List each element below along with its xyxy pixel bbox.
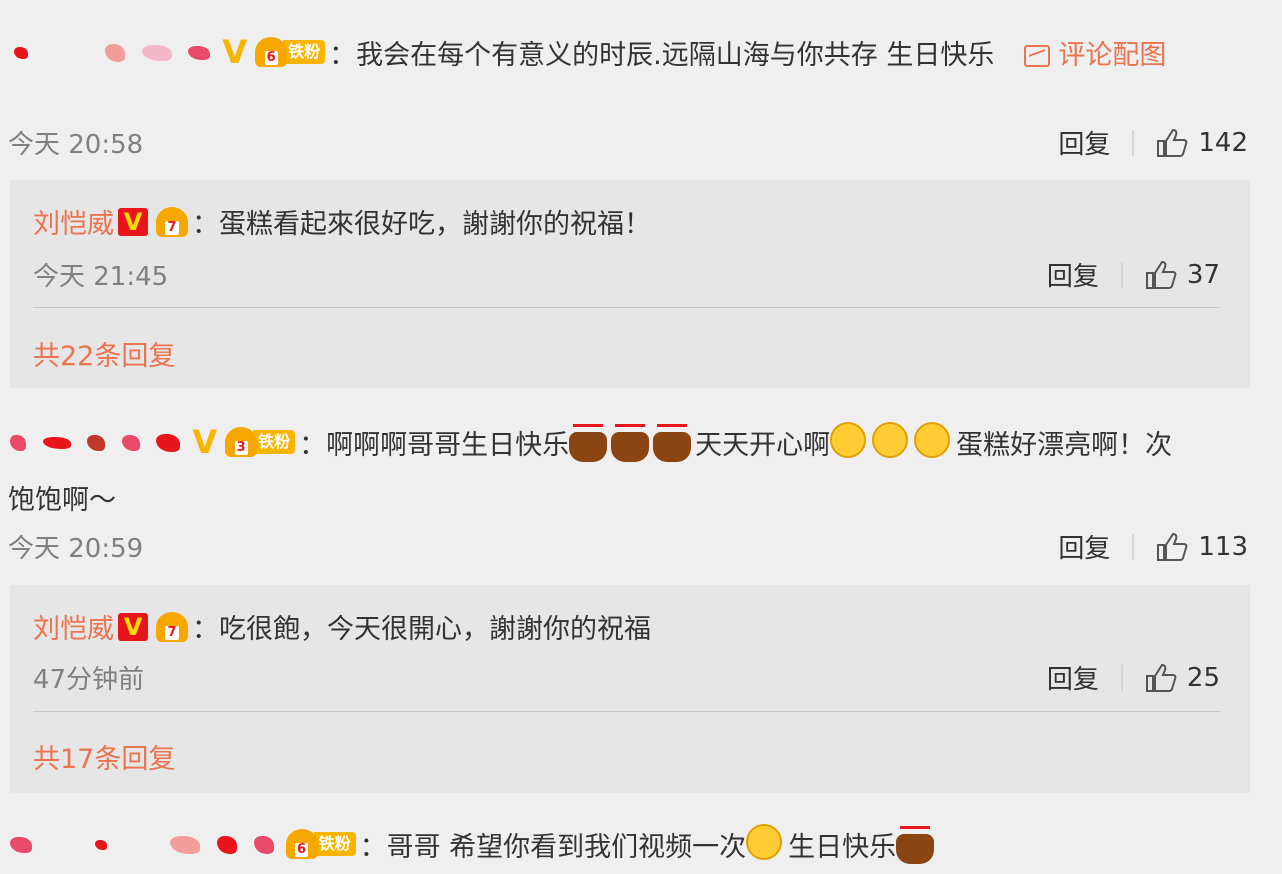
reply-button[interactable]: 回复 [1047,256,1099,293]
reply-2-time: 47分钟前 [33,665,145,695]
blurred-username[interactable] [10,829,282,860]
cake-emoji-icon [653,422,695,462]
comment-text: ：我会在每个有意义的时辰.远隔山海与你共存 生日快乐 [329,39,995,71]
reply-text: ：蛋糕看起來很好吃，謝謝你的祝福！ [192,209,651,240]
comment-text-part-4: 饱饱啊～ [8,485,116,516]
like-button[interactable]: 113 [1156,532,1248,562]
reply-text: ：吃很飽，今天很開心，謝謝你的祝福 [192,614,651,645]
reply-box-2: 刘恺威 V 7 ：吃很飽，今天很開心，謝謝你的祝福 47分钟前 回复 25 共1… [10,585,1250,793]
reply-button[interactable]: 回复 [1047,659,1099,696]
separator [33,307,1220,308]
reply-1-line: 刘恺威 V 7 ：蛋糕看起來很好吃，謝謝你的祝福！ [33,202,651,241]
fan-badge[interactable]: 6 铁粉 [255,37,326,67]
reply-button[interactable]: 回复 [1058,528,1110,565]
comment-1-time: 今天 20:58 [8,130,144,160]
reply-1-time: 今天 21:45 [33,262,169,292]
more-replies-link[interactable]: 共17条回复 [33,737,175,776]
reply-box-1: 刘恺威 V 7 ：蛋糕看起來很好吃，謝謝你的祝福！ 今天 21:45 回复 37… [10,180,1250,388]
reply-author[interactable]: 刘恺威 [33,202,114,241]
fan-crown-icon: 3 [225,427,258,457]
like-button[interactable]: 25 [1145,663,1220,693]
verified-v-icon: V [118,207,148,236]
laughing-emoji-icon [914,422,956,462]
reply-1-actions: 回复 37 [1047,256,1220,293]
comment-2-time: 今天 20:59 [8,534,144,564]
comment-text-part-1: ：哥哥 希望你看到我们视频一次 [359,831,747,863]
verified-v-icon: V [118,612,148,641]
cake-emoji-icon [569,422,611,462]
comment-1-header: V 6 铁粉 ：我会在每个有意义的时辰.远隔山海与你共存 生日快乐 评论配图 [14,30,1166,74]
fan-crown-icon: 7 [156,611,188,642]
fan-crown-icon: 6 [255,37,288,67]
blurred-username[interactable] [14,37,218,68]
divider [1120,261,1123,288]
fan-badge[interactable]: 3 铁粉 [225,427,296,457]
reply-button[interactable]: 回复 [1058,124,1110,161]
thumbs-up-icon [1157,128,1188,157]
divider [1132,533,1135,560]
verified-v-icon: V [192,423,218,461]
reply-author[interactable]: 刘恺威 [33,607,114,646]
fan-crown-icon: 6 [285,829,318,859]
comment-1-actions: 回复 142 [1058,124,1248,161]
reply-2-line: 刘恺威 V 7 ：吃很飽，今天很開心，謝謝你的祝福 [33,607,651,646]
thumbs-up-icon [1145,260,1177,289]
fan-tag: 铁粉 [253,430,296,454]
thumbs-up-icon [1145,663,1177,692]
fan-tag: 铁粉 [313,832,356,856]
comment-text-part-2: 生日快乐 [788,831,897,863]
reply-2-actions: 回复 25 [1047,659,1220,696]
separator [33,711,1220,712]
comment-text-part-1: ：啊啊啊哥哥生日快乐 [299,429,570,461]
blurred-username[interactable] [10,427,188,458]
like-button[interactable]: 37 [1145,260,1220,290]
comment-2-header: V 3 铁粉 ：啊啊啊哥哥生日快乐 天天开心啊 蛋糕好漂亮啊！次 [10,418,1172,466]
comment-2-actions: 回复 113 [1058,528,1248,565]
cake-emoji-icon [896,824,938,864]
fan-badge[interactable]: 6 铁粉 [285,829,356,859]
more-replies-link[interactable]: 共22条回复 [33,334,175,373]
picture-icon [1024,45,1051,67]
verified-v-icon: V [222,33,248,71]
comment-image-link[interactable]: 评论配图 [1024,33,1166,72]
comment-text-part-2: 天天开心啊 [695,429,831,461]
divider [1120,664,1123,691]
laughing-emoji-icon [830,422,872,462]
comment-text-part-3: 蛋糕好漂亮啊！次 [956,429,1173,461]
comment-3-header: 6 铁粉 ：哥哥 希望你看到我们视频一次 生日快乐 [10,822,938,866]
like-button[interactable]: 142 [1156,128,1248,158]
laughing-emoji-icon [746,824,788,864]
laughing-emoji-icon [872,422,914,462]
fan-crown-icon: 7 [156,206,188,237]
fan-tag: 铁粉 [283,40,326,64]
thumbs-up-icon [1157,532,1188,561]
cake-emoji-icon [611,422,653,462]
divider [1132,129,1135,156]
